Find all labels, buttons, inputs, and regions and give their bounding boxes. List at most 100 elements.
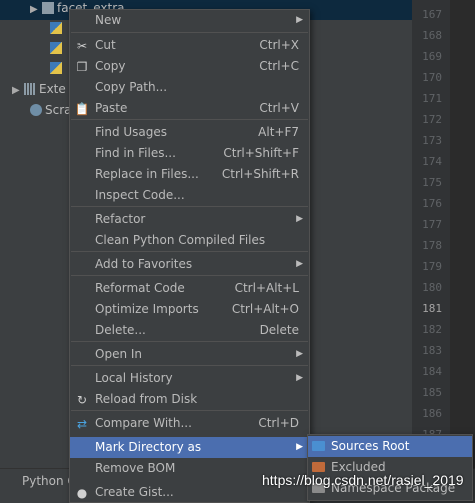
menu-item-label: Optimize Imports xyxy=(95,302,199,316)
line-number-gutter: 167 168 169 170 171 172 173 174 175 176 177 178 179 1… xyxy=(412,0,450,499)
menu-item-shortcut: Alt+F7 xyxy=(258,125,299,139)
line-number: 171 xyxy=(422,92,442,105)
copy-icon: ❐ xyxy=(76,60,88,74)
clipboard-icon: 📋 xyxy=(74,102,90,116)
menu-item-label: Cut xyxy=(95,38,116,52)
menu-item-label: Remove BOM xyxy=(95,461,176,475)
menu-item-shortcut: Ctrl+Alt+L xyxy=(234,281,299,295)
menu-item-label: Local History xyxy=(95,371,173,385)
menu-item-new[interactable]: New ▶ xyxy=(70,10,309,31)
line-number: 185 xyxy=(422,386,442,399)
menu-separator xyxy=(71,119,308,120)
tree-item-python-file[interactable] xyxy=(50,58,65,78)
menu-separator xyxy=(71,410,308,411)
menu-item-compare-with[interactable]: ⇄ Compare With... Ctrl+D xyxy=(70,413,309,434)
menu-item-shortcut: Ctrl+Shift+R xyxy=(221,167,299,181)
menu-item-label: Refactor xyxy=(95,212,146,226)
line-number: 186 xyxy=(422,407,442,420)
menu-item-shortcut: Ctrl+X xyxy=(259,38,299,52)
tree-item-scratches[interactable]: Scra xyxy=(30,100,72,120)
line-number: 177 xyxy=(422,218,442,231)
menu-item-shortcut: Ctrl+Shift+F xyxy=(223,146,299,160)
menu-separator xyxy=(71,206,308,207)
line-number: 170 xyxy=(422,71,442,84)
mark-directory-submenu: Sources Root Excluded Namespace Package xyxy=(307,434,473,501)
line-number: 183 xyxy=(422,344,442,357)
scissors-icon: ✂ xyxy=(76,39,88,53)
line-number: 169 xyxy=(422,50,442,63)
line-number: 173 xyxy=(422,134,442,147)
menu-item-paste[interactable]: 📋 Paste Ctrl+V xyxy=(70,98,309,119)
menu-item-label: Find in Files... xyxy=(95,146,176,160)
menu-item-local-history[interactable]: Local History ▶ xyxy=(70,368,309,389)
menu-item-label: Copy xyxy=(95,59,126,73)
menu-item-label: Mark Directory as xyxy=(95,440,202,454)
library-icon xyxy=(24,83,36,95)
submenu-arrow-icon: ▶ xyxy=(296,373,303,383)
reload-icon: ↻ xyxy=(76,393,88,407)
menu-item-shortcut: Delete xyxy=(259,323,299,337)
menu-separator xyxy=(71,341,308,342)
menu-item-label: Add to Favorites xyxy=(95,257,193,271)
menu-item-delete[interactable]: Delete... Delete xyxy=(70,320,309,341)
menu-item-find-in-files[interactable]: Find in Files... Ctrl+Shift+F xyxy=(70,143,309,164)
menu-item-label: Reformat Code xyxy=(95,281,185,295)
menu-item-label: Paste xyxy=(95,101,128,115)
menu-item-label: Reload from Disk xyxy=(95,392,198,406)
menu-item-cut[interactable]: ✂ Cut Ctrl+X xyxy=(70,35,309,56)
line-number: 174 xyxy=(422,155,442,168)
menu-item-label: New xyxy=(95,13,122,27)
menu-item-label: Delete... xyxy=(95,323,146,337)
submenu-item-label: Sources Root xyxy=(331,439,410,453)
menu-item-label: Open In xyxy=(95,347,143,361)
python-file-icon xyxy=(50,42,62,54)
menu-item-copy[interactable]: ❐ Copy Ctrl+C xyxy=(70,56,309,77)
line-number: 181 xyxy=(422,302,442,315)
python-console-tab[interactable]: Python C xyxy=(22,474,76,488)
folder-icon xyxy=(312,441,325,451)
menu-item-open-in[interactable]: Open In ▶ xyxy=(70,344,309,365)
line-number: 176 xyxy=(422,197,442,210)
menu-item-add-to-favorites[interactable]: Add to Favorites ▶ xyxy=(70,254,309,275)
line-number: 182 xyxy=(422,323,442,336)
line-number: 179 xyxy=(422,260,442,273)
submenu-arrow-icon: ▶ xyxy=(296,259,303,269)
menu-item-label: Create Gist... xyxy=(95,485,174,499)
editor-area[interactable] xyxy=(450,0,475,499)
line-number: 180 xyxy=(422,281,442,294)
submenu-arrow-icon: ▶ xyxy=(296,214,303,224)
folder-icon xyxy=(312,462,325,472)
tree-item-python-file[interactable] xyxy=(50,18,65,38)
menu-item-copy-path[interactable]: Copy Path... xyxy=(70,77,309,98)
menu-item-optimize-imports[interactable]: Optimize Imports Ctrl+Alt+O xyxy=(70,299,309,320)
tree-item-external-libraries[interactable]: ▶ Exte xyxy=(12,79,66,99)
watermark-text: https://blog.csdn.net/rasiel_2019 xyxy=(262,472,464,488)
menu-item-inspect-code[interactable]: Inspect Code... xyxy=(70,185,309,206)
menu-separator xyxy=(71,365,308,366)
chevron-right-icon[interactable]: ▶ xyxy=(30,0,42,20)
menu-separator xyxy=(71,275,308,276)
menu-item-shortcut: Ctrl+C xyxy=(259,59,299,73)
line-number: 184 xyxy=(422,365,442,378)
menu-item-refactor[interactable]: Refactor ▶ xyxy=(70,209,309,230)
submenu-item-sources-root[interactable]: Sources Root xyxy=(308,436,472,457)
submenu-arrow-icon: ▶ xyxy=(296,349,303,359)
compare-icon: ⇄ xyxy=(76,417,88,431)
submenu-arrow-icon: ▶ xyxy=(296,442,303,452)
menu-item-replace-in-files[interactable]: Replace in Files... Ctrl+Shift+R xyxy=(70,164,309,185)
tree-item-python-file[interactable] xyxy=(50,38,65,58)
line-number: 167 xyxy=(422,8,442,21)
python-file-icon xyxy=(50,62,62,74)
line-number: 178 xyxy=(422,239,442,252)
chevron-right-icon[interactable]: ▶ xyxy=(12,81,24,101)
menu-item-reload-from-disk[interactable]: ↻ Reload from Disk xyxy=(70,389,309,410)
line-number: 168 xyxy=(422,29,442,42)
submenu-arrow-icon: ▶ xyxy=(296,15,303,25)
menu-item-label: Clean Python Compiled Files xyxy=(95,233,266,247)
menu-separator xyxy=(71,251,308,252)
menu-item-clean-python-compiled-files[interactable]: Clean Python Compiled Files xyxy=(70,230,309,251)
menu-item-find-usages[interactable]: Find Usages Alt+F7 xyxy=(70,122,309,143)
menu-item-shortcut: Ctrl+D xyxy=(258,416,299,430)
menu-item-mark-directory-as[interactable]: Mark Directory as ▶ xyxy=(70,437,309,458)
menu-item-reformat-code[interactable]: Reformat Code Ctrl+Alt+L xyxy=(70,278,309,299)
